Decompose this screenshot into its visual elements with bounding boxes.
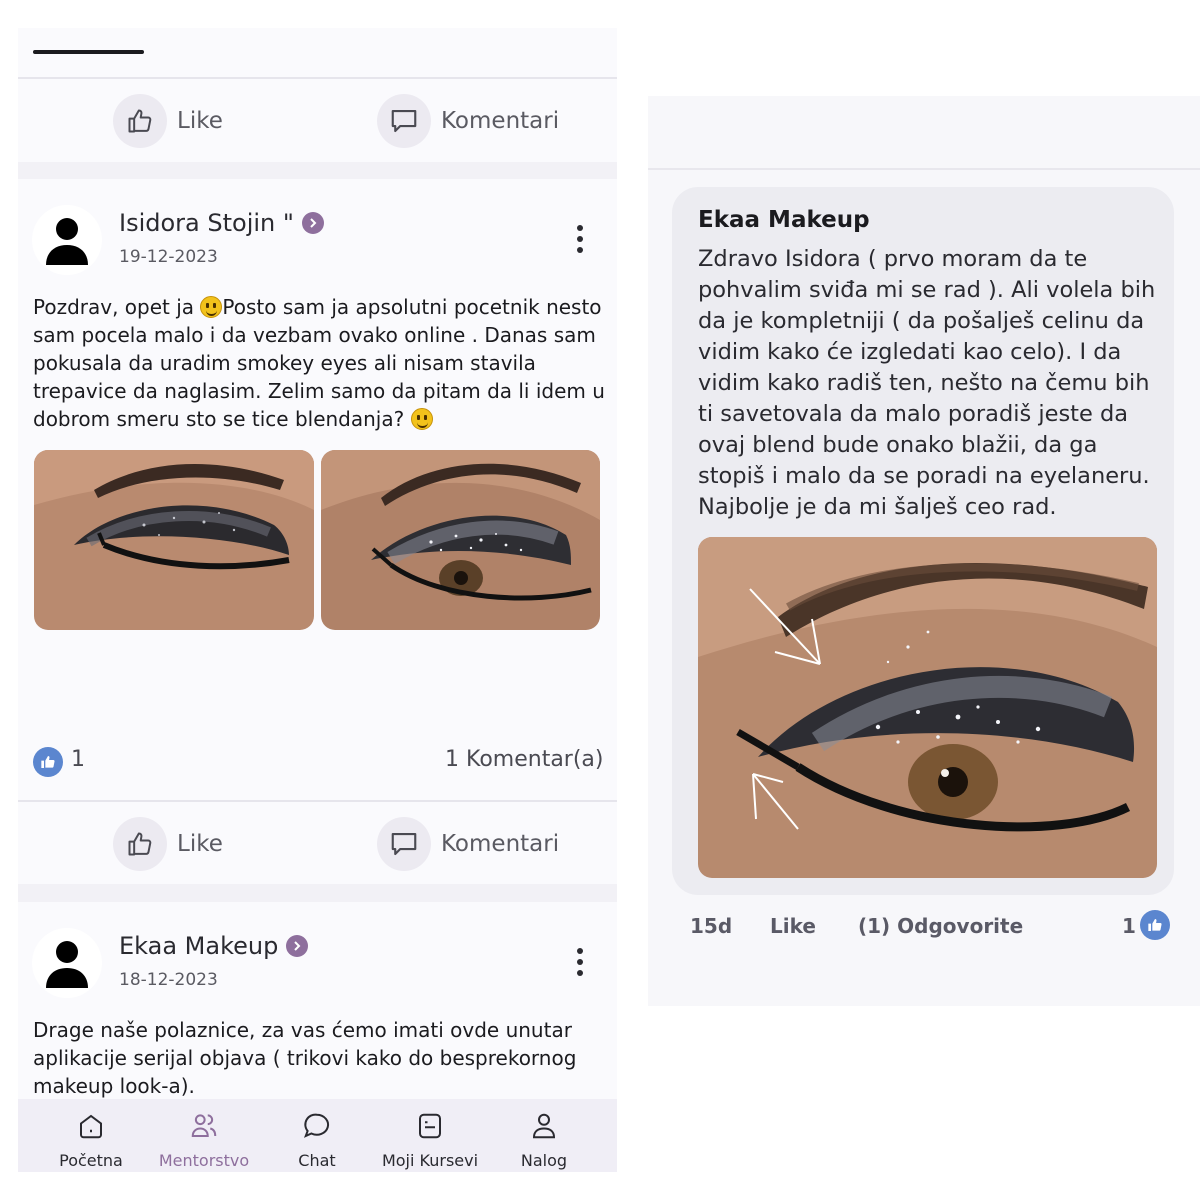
like-count-badge-icon	[33, 747, 63, 777]
nav-item-mentorstvo[interactable]: Mentorstvo	[149, 1099, 259, 1172]
chat-icon	[303, 1113, 330, 1138]
comment-age: 15d	[690, 914, 733, 938]
comment-thread-panel: Ekaa Makeup Zdravo Isidora ( prvo moram …	[648, 96, 1200, 1006]
avatar[interactable]	[32, 928, 102, 998]
post-date: 18-12-2023	[119, 970, 218, 990]
avatar[interactable]	[32, 205, 102, 275]
comment-like-count: 1	[1122, 914, 1136, 938]
user-silhouette-icon	[46, 218, 88, 265]
post-author[interactable]: Ekaa Makeup	[119, 932, 309, 960]
feed-panel: Like Komentari Isidora Stojin " 19-12-20…	[18, 28, 617, 1172]
like-button[interactable]: Like	[113, 94, 223, 148]
previous-post-card: Like Komentari	[18, 28, 617, 162]
like-count[interactable]: 1	[71, 747, 85, 772]
divider	[648, 168, 1200, 170]
tab-indicator	[33, 50, 144, 54]
comment-icon	[377, 817, 431, 871]
nav-label: Chat	[298, 1151, 336, 1170]
like-label: Like	[177, 831, 223, 857]
comment-text: Zdravo Isidora ( prvo moram da te pohval…	[698, 246, 1156, 520]
comment-label: Komentari	[441, 108, 560, 134]
post-image[interactable]	[34, 450, 314, 630]
post-image[interactable]	[321, 450, 600, 630]
chevron-right-icon[interactable]	[301, 212, 324, 234]
comment-icon	[377, 94, 431, 148]
user-icon	[532, 1113, 556, 1139]
comment-button[interactable]: Komentari	[377, 817, 559, 871]
previous-post-actions: Like Komentari	[18, 79, 617, 163]
like-label: Like	[177, 108, 223, 134]
post-author[interactable]: Isidora Stojin "	[119, 209, 324, 237]
post-text-start: Pozdrav, opet ja	[33, 295, 201, 319]
bottom-navigation: Početna Mentorstvo Chat Moji Kursevi Nal…	[18, 1099, 617, 1172]
more-options-icon[interactable]	[570, 225, 590, 255]
post-actions: Like Komentari	[18, 802, 617, 886]
thumbs-up-icon	[113, 817, 167, 871]
people-icon	[191, 1114, 217, 1137]
chevron-right-icon[interactable]	[286, 935, 309, 957]
post-body: Drage naše polaznice, za vas ćemo imati …	[33, 1018, 577, 1098]
courses-icon	[419, 1113, 441, 1139]
nav-label: Početna	[59, 1151, 123, 1170]
post-card: Isidora Stojin " 19-12-2023 Pozdrav, ope…	[18, 179, 617, 884]
thumbs-up-icon	[113, 94, 167, 148]
comment-bubble: Ekaa Makeup Zdravo Isidora ( prvo moram …	[672, 187, 1174, 895]
like-button[interactable]: Like	[113, 817, 223, 871]
post-date: 19-12-2023	[119, 247, 218, 267]
nav-label: Nalog	[520, 1151, 568, 1170]
smiley-emoji-icon	[200, 296, 223, 318]
grinning-sweat-emoji-icon	[410, 408, 433, 430]
nav-label: Mentorstvo	[158, 1151, 250, 1170]
comment-label: Komentari	[441, 831, 560, 857]
comment-button[interactable]: Komentari	[377, 94, 559, 148]
more-options-icon[interactable]	[570, 948, 590, 978]
nav-item-chat[interactable]: Chat	[262, 1099, 372, 1172]
nav-label: Moji Kursevi	[381, 1151, 479, 1170]
comment-author[interactable]: Ekaa Makeup	[698, 207, 870, 233]
nav-item-pocetna[interactable]: Početna	[36, 1099, 146, 1172]
home-icon	[80, 1114, 102, 1139]
nav-item-nalog[interactable]: Nalog	[489, 1099, 599, 1172]
like-count-badge-icon	[1140, 910, 1170, 940]
reply-button[interactable]: (1) Odgovorite	[858, 914, 1023, 938]
author-name: Ekaa Makeup	[119, 932, 279, 960]
comment-image[interactable]	[698, 537, 1157, 878]
comment-count[interactable]: 1 Komentar(a)	[445, 747, 604, 772]
author-name: Isidora Stojin "	[119, 209, 294, 237]
post-body: Pozdrav, opet ja Posto sam ja apsolutni …	[33, 293, 608, 433]
nav-item-moji-kursevi[interactable]: Moji Kursevi	[375, 1099, 485, 1172]
user-silhouette-icon	[46, 941, 88, 988]
comment-like-button[interactable]: Like	[770, 914, 816, 938]
